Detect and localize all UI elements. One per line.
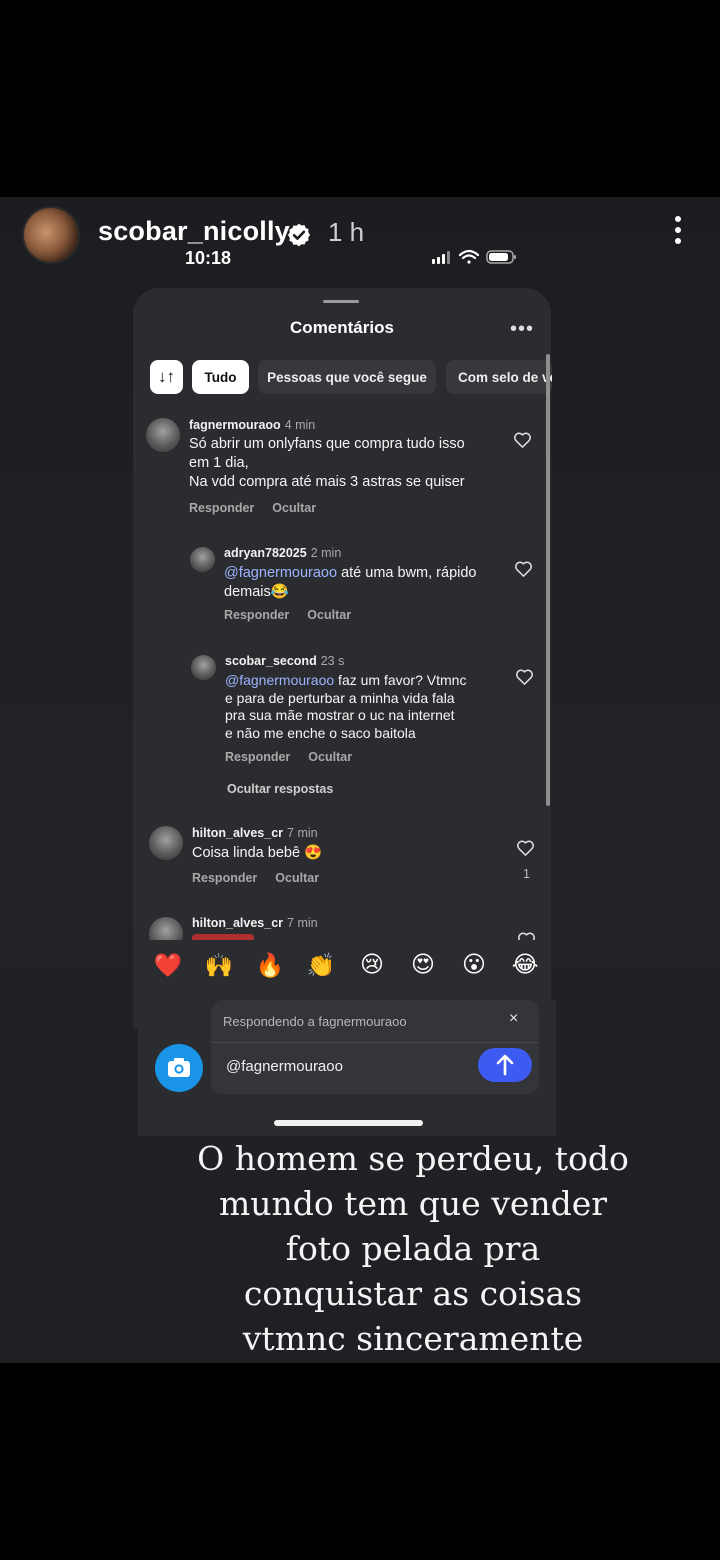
avatar[interactable] (191, 655, 216, 680)
comment-actions: Responder Ocultar (192, 871, 337, 885)
hide-button[interactable]: Ocultar (308, 750, 352, 764)
heart-icon[interactable] (516, 839, 535, 857)
comment-line: em 1 dia, (189, 455, 249, 471)
comment-username[interactable]: hilton_alves_cr 7 min (192, 916, 318, 930)
heart-icon[interactable] (513, 431, 532, 449)
comment-line: e para de perturbar a minha vida fala (225, 689, 455, 706)
reply-button[interactable]: Responder (189, 501, 254, 515)
username-text: adryan782025 (224, 546, 307, 560)
status-bar-time: 10:18 (185, 248, 232, 268)
heart-icon[interactable] (514, 560, 533, 578)
comment-line: Na vdd compra até mais 3 astras se quise… (189, 474, 465, 490)
reply-button[interactable]: Responder (225, 750, 290, 764)
avatar[interactable] (190, 547, 215, 572)
username-text: scobar_second (225, 654, 317, 668)
comment-line: demais😂 (224, 584, 289, 600)
comment-actions: Responder Ocultar (189, 501, 334, 515)
reply-button[interactable]: Responder (224, 608, 289, 622)
mention-link[interactable]: @fagnermouraoo (224, 565, 337, 581)
caption-line: foto pelada pra (285, 1229, 541, 1268)
caption-line: mundo tem que vender (218, 1184, 608, 1223)
emoji-laugh[interactable]: 😂 (507, 952, 543, 978)
comment-time: 4 min (284, 418, 316, 432)
emoji-cry[interactable]: 😢 (354, 952, 390, 978)
home-indicator (274, 1120, 423, 1126)
comment-time: 23 s (320, 654, 345, 668)
comment-time: 7 min (287, 826, 318, 840)
emoji-heart-eyes[interactable]: 😍 (405, 952, 441, 978)
camera-button[interactable] (155, 1044, 203, 1092)
hide-replies-button[interactable]: Ocultar respostas (227, 782, 333, 796)
comment-input[interactable]: @fagnermouraoo (226, 1058, 343, 1075)
hide-button[interactable]: Ocultar (275, 871, 319, 885)
comment-text: @fagnermouraoo até uma bwm, rápido demai… (224, 564, 477, 602)
avatar[interactable] (149, 826, 183, 860)
emoji-reaction-bar: ❤️ 🙌 🔥 👏 😢 😍 😮 😂 (150, 952, 540, 988)
comment-time: 7 min (287, 916, 318, 930)
replying-to-label: Respondendo a fagnermouraoo (223, 1014, 407, 1029)
comment-line: e não me enche o saco baitola (225, 724, 416, 741)
emoji-row-cut (192, 934, 254, 940)
comment-username[interactable]: scobar_second 23 s (225, 654, 344, 668)
emoji-heart[interactable]: ❤️ (150, 952, 186, 979)
comment-line: Só abrir um onlyfans que compra tudo iss… (189, 436, 465, 452)
clipped-comment: hilton_alves_cr 7 min (148, 912, 548, 940)
sheet-title: Comentários (290, 318, 394, 337)
hide-button[interactable]: Ocultar (307, 608, 351, 622)
comment-actions: Responder Ocultar (225, 750, 370, 764)
avatar[interactable] (149, 917, 183, 940)
scrollbar[interactable] (546, 354, 550, 806)
verified-badge-icon (287, 223, 311, 247)
more-options-icon[interactable]: ••• (510, 318, 534, 341)
heart-icon[interactable] (515, 668, 534, 686)
avatar[interactable] (146, 418, 180, 452)
like-count: 1 (523, 867, 530, 881)
comment-text: Coisa linda bebê 😍 (192, 845, 323, 861)
filter-verified[interactable]: Com selo de ve (446, 360, 552, 394)
emoji-raised-hands[interactable]: 🙌 (201, 952, 237, 979)
caption-line: vtmnc sinceramente (242, 1319, 584, 1358)
signal-icon (432, 251, 450, 264)
divider (211, 1042, 539, 1043)
profile-avatar[interactable] (22, 206, 80, 264)
kebab-menu-icon[interactable] (670, 216, 686, 248)
comment-username[interactable]: hilton_alves_cr 7 min (192, 826, 318, 840)
send-button[interactable] (478, 1048, 532, 1082)
status-icons (432, 249, 516, 264)
filter-all[interactable]: Tudo (192, 360, 249, 394)
comment-text: @fagnermouraoo faz um favor? Vtmnc e par… (225, 672, 466, 742)
comment-actions: Responder Ocultar (224, 608, 369, 622)
sheet-grabber[interactable] (323, 300, 359, 303)
emoji-fire[interactable]: 🔥 (252, 952, 288, 979)
reply-button[interactable]: Responder (192, 871, 257, 885)
comment-line: até uma bwm, rápido (337, 565, 477, 581)
caption-line: conquistar as coisas (243, 1274, 583, 1313)
emoji-clap[interactable]: 👏 (303, 952, 339, 979)
comment-text: Só abrir um onlyfans que compra tudo iss… (189, 435, 465, 492)
sort-icon: ↓↑ (158, 367, 175, 386)
comment-time: 2 min (310, 546, 342, 560)
comment-line: faz um favor? Vtmnc (334, 672, 467, 688)
camera-icon (168, 1058, 190, 1077)
username-text: fagnermouraoo (189, 418, 281, 432)
filter-following[interactable]: Pessoas que você segue (258, 360, 436, 394)
story-username[interactable]: scobar_nicolly (98, 216, 290, 247)
comment-username[interactable]: adryan782025 2 min (224, 546, 341, 560)
comment-line: pra sua mãe mostrar o uc na internet (225, 707, 455, 723)
story-time: 1 h (328, 217, 365, 247)
battery-icon (486, 250, 516, 264)
emoji-wow[interactable]: 😮 (456, 952, 492, 978)
mention-link[interactable]: @fagnermouraoo (225, 672, 334, 688)
caption-line: O homem se perdeu, todo (197, 1139, 629, 1178)
story-caption: O homem se perdeu, todo mundo tem que ve… (160, 1136, 666, 1361)
username-text: hilton_alves_cr (192, 916, 284, 930)
wifi-icon (458, 249, 480, 264)
arrow-up-icon (496, 1054, 514, 1076)
close-icon[interactable]: × (509, 1010, 518, 1028)
heart-icon[interactable] (517, 931, 536, 940)
hide-button[interactable]: Ocultar (272, 501, 316, 515)
comment-username[interactable]: fagnermouraoo 4 min (189, 418, 315, 432)
sort-button[interactable]: ↓↑ (150, 360, 183, 394)
username-text: hilton_alves_cr (192, 826, 284, 840)
